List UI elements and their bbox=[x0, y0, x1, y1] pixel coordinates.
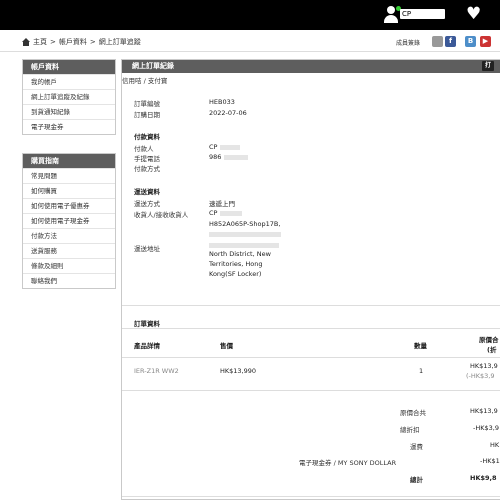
sidebar-item-my-account[interactable]: 我的帳戶 bbox=[23, 74, 115, 89]
phone-value: 986 bbox=[209, 153, 248, 161]
breadcrumb-home[interactable]: 主頁 bbox=[33, 37, 47, 47]
breadcrumb-account[interactable]: 帳戶資料 bbox=[59, 37, 87, 47]
sidebar-item-payment[interactable]: 付款方法 bbox=[23, 228, 115, 243]
top-bar: CP ♥ bbox=[0, 0, 500, 30]
username-label[interactable]: CP bbox=[400, 9, 445, 19]
product-discount: (-HK$3,9 bbox=[466, 372, 495, 380]
facebook-icon[interactable]: f bbox=[445, 36, 456, 47]
guide-menu: 購買指南 常見問題 如何購買 如何使用電子優惠券 如何使用電子現金券 付款方法 … bbox=[22, 153, 116, 289]
sidebar-item-arrival-notice[interactable]: 到貨通知紀錄 bbox=[23, 104, 115, 119]
summary-original-value: HK$13,9 bbox=[470, 407, 498, 415]
panel-title-text: 網上訂單紀錄 bbox=[132, 62, 174, 70]
order-date-value: 2022-07-06 bbox=[209, 109, 247, 117]
print-button[interactable]: 打 bbox=[482, 61, 494, 71]
divider bbox=[122, 305, 500, 306]
breadcrumb-separator: > bbox=[89, 38, 96, 46]
summary-discount-value: -HK$3,9 bbox=[473, 424, 499, 432]
payment-type-label: 信用咭 / 支付寶 bbox=[122, 77, 168, 85]
sidebar-item-e-coupon[interactable]: 如何使用電子優惠券 bbox=[23, 198, 115, 213]
payment-section-title: 付款資料 bbox=[134, 133, 160, 141]
member-login-link[interactable]: 成員簽錄 bbox=[396, 38, 420, 47]
product-price: HK$13,990 bbox=[220, 367, 257, 375]
summary-total-label: 總計 bbox=[410, 476, 423, 484]
delivery-method-value: 速遞上門 bbox=[209, 200, 235, 208]
summary-shipping-label: 運費 bbox=[410, 443, 423, 451]
breadcrumb: 主頁 > 帳戶資料 > 網上訂單追蹤 bbox=[22, 37, 141, 47]
receiver-address-line: H852A065P-Shop17B, bbox=[209, 220, 281, 228]
youtube-icon[interactable]: ▶ bbox=[480, 36, 491, 47]
panel-title: 網上訂單紀錄 打 bbox=[122, 60, 500, 73]
account-menu: 帳戶資料 我的帳戶 網上訂單追蹤及紀錄 到貨通知紀錄 電子現金券 bbox=[22, 59, 116, 135]
payment-method-label: 付款方式 bbox=[134, 165, 160, 173]
address-line-2: Territories, Hong bbox=[209, 260, 263, 268]
product-total: HK$13,9 bbox=[470, 362, 498, 370]
order-date-label: 訂購日期 bbox=[134, 111, 160, 119]
sidebar-item-terms[interactable]: 條款及細則 bbox=[23, 258, 115, 273]
sidebar-item-faq[interactable]: 常見問題 bbox=[23, 168, 115, 183]
account-menu-title: 帳戶資料 bbox=[23, 60, 115, 74]
heart-icon[interactable]: ♥ bbox=[466, 5, 481, 23]
payer-value: CP bbox=[209, 143, 240, 151]
address-blurred bbox=[209, 241, 279, 249]
summary-ecash-value: -HK$1 bbox=[480, 457, 500, 465]
product-name-link[interactable]: IER-Z1R WW2 bbox=[134, 367, 179, 375]
guide-menu-title: 購買指南 bbox=[23, 154, 115, 168]
summary-total-value: HK$9,8 bbox=[470, 474, 497, 482]
share-icon[interactable] bbox=[432, 36, 443, 47]
delivery-section-title: 運送資料 bbox=[134, 188, 160, 196]
address-label: 運送地址 bbox=[134, 245, 160, 253]
breadcrumb-row: 主頁 > 帳戶資料 > 網上訂單追蹤 成員簽錄 f B ▶ bbox=[0, 30, 500, 52]
payer-label: 付款人 bbox=[134, 145, 154, 153]
receiver-address-blurred bbox=[209, 230, 281, 238]
address-line-3: Kong(SF Locker) bbox=[209, 270, 262, 278]
col-original: 原價合 bbox=[479, 336, 499, 344]
home-icon[interactable] bbox=[22, 38, 30, 46]
order-no-label: 訂單編號 bbox=[134, 100, 160, 108]
receiver-value: CP bbox=[209, 209, 242, 217]
col-product: 產品詳情 bbox=[134, 342, 160, 350]
breadcrumb-separator: > bbox=[50, 38, 56, 46]
items-section-title: 訂單資料 bbox=[134, 320, 160, 328]
summary-ecash-label: 電子現金券 / MY SONY DOLLAR bbox=[299, 459, 397, 467]
order-no-value: HEB033 bbox=[209, 98, 235, 106]
product-qty: 1 bbox=[419, 367, 424, 375]
sidebar-item-contact[interactable]: 聯絡我們 bbox=[23, 273, 115, 288]
summary-shipping-value: HK bbox=[490, 441, 500, 449]
sidebar-item-e-cash[interactable]: 如何使用電子現金券 bbox=[23, 213, 115, 228]
col-discount: (折 bbox=[487, 346, 497, 354]
breadcrumb-current: 網上訂單追蹤 bbox=[98, 38, 141, 46]
delivery-method-label: 運送方式 bbox=[134, 200, 160, 208]
receiver-label: 收貨人/接收收貨人 bbox=[134, 211, 189, 219]
sidebar-item-e-cash-voucher[interactable]: 電子現金券 bbox=[23, 119, 115, 134]
phone-label: 手提電話 bbox=[134, 155, 160, 163]
col-qty: 數量 bbox=[414, 342, 427, 350]
summary-discount-label: 總折扣 bbox=[400, 426, 420, 434]
divider bbox=[122, 390, 500, 391]
summary-original-label: 原價合共 bbox=[400, 409, 426, 417]
col-price: 售價 bbox=[220, 342, 233, 350]
sidebar-item-order-tracking[interactable]: 網上訂單追蹤及紀錄 bbox=[23, 89, 115, 104]
sidebar-item-delivery[interactable]: 送貨服務 bbox=[23, 243, 115, 258]
sidebar-item-how-to-buy[interactable]: 如何購買 bbox=[23, 183, 115, 198]
order-record-panel: 網上訂單紀錄 打 信用咭 / 支付寶 訂單編號 HEB033 訂購日期 2022… bbox=[121, 59, 500, 500]
items-table-header: 產品詳情 售價 數量 原價合 (折 bbox=[122, 328, 500, 358]
blog-icon[interactable]: B bbox=[465, 36, 476, 47]
divider bbox=[122, 496, 500, 497]
address-line-1: North District, New bbox=[209, 250, 271, 258]
